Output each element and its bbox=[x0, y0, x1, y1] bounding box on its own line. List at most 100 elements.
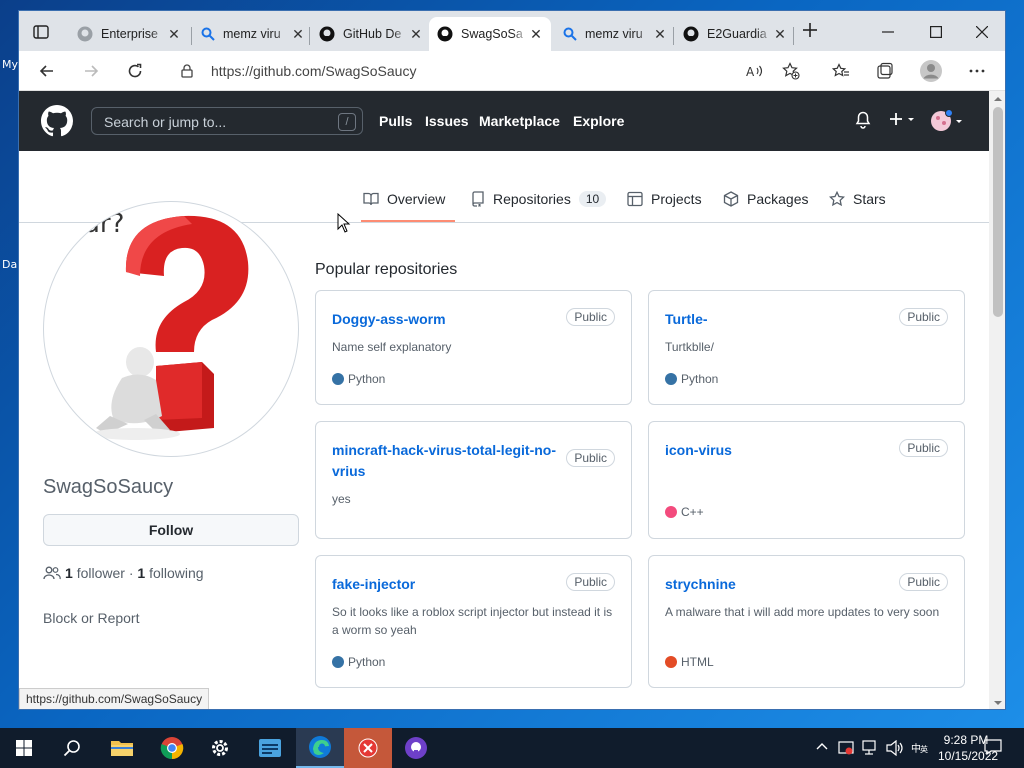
notifications-bell-icon[interactable] bbox=[855, 111, 871, 134]
taskbar-github-desktop[interactable] bbox=[392, 728, 440, 768]
close-icon bbox=[976, 26, 988, 38]
collections-button[interactable] bbox=[871, 59, 899, 83]
minimize-button[interactable] bbox=[865, 17, 911, 47]
settings-menu-button[interactable] bbox=[963, 59, 991, 83]
scroll-down-icon[interactable] bbox=[989, 697, 1006, 709]
close-icon[interactable]: ✕ bbox=[529, 26, 543, 43]
read-aloud-icon: A bbox=[746, 65, 763, 78]
taskbar-app[interactable] bbox=[246, 728, 294, 768]
language-color-dot bbox=[665, 373, 677, 385]
repo-description: yes bbox=[332, 492, 351, 506]
github-logo-icon[interactable] bbox=[41, 105, 73, 142]
tab-enterprise[interactable]: Enterprise ✕ bbox=[69, 17, 189, 51]
table-icon bbox=[627, 191, 643, 207]
create-new-dropdown[interactable] bbox=[889, 111, 917, 132]
tab-memz-virus-2[interactable]: memz viru ✕ bbox=[555, 17, 675, 51]
back-button[interactable] bbox=[33, 59, 61, 83]
repo-language: HTML bbox=[665, 655, 714, 669]
followers-summary: 1 follower · 1 following bbox=[43, 565, 204, 581]
repo-name-link[interactable]: icon-virus bbox=[665, 440, 895, 461]
tab-packages[interactable]: Packages bbox=[723, 191, 808, 207]
close-icon[interactable]: ✕ bbox=[167, 26, 181, 43]
search-input[interactable]: Search or jump to... / bbox=[91, 107, 363, 135]
start-button[interactable] bbox=[0, 728, 48, 768]
repo-name-link[interactable]: mincraft-hack-virus-total-legit-no-vrius bbox=[332, 440, 562, 482]
nav-pulls[interactable]: Pulls bbox=[379, 113, 412, 129]
tab-divider bbox=[673, 27, 674, 45]
tray-expand-icon[interactable] bbox=[816, 740, 828, 754]
block-report-link[interactable]: Block or Report bbox=[43, 610, 139, 626]
tray-language-icon[interactable]: 中英 bbox=[910, 740, 930, 759]
language-name: Python bbox=[348, 655, 386, 669]
tab-projects[interactable]: Projects bbox=[627, 191, 702, 207]
repo-name-link[interactable]: fake-injector bbox=[332, 574, 562, 595]
nav-explore[interactable]: Explore bbox=[573, 113, 624, 129]
arrow-right-icon bbox=[85, 65, 99, 77]
tab-divider bbox=[793, 27, 794, 45]
new-tab-button[interactable] bbox=[799, 21, 821, 43]
tray-volume-icon[interactable] bbox=[886, 739, 904, 759]
avatar[interactable]: ar? bbox=[43, 201, 299, 457]
plus-icon bbox=[803, 23, 817, 37]
close-icon[interactable]: ✕ bbox=[409, 26, 423, 43]
taskbar-settings[interactable] bbox=[196, 728, 244, 768]
repo-name-link[interactable]: strychnine bbox=[665, 574, 895, 595]
followers-link[interactable]: 1 follower bbox=[65, 565, 125, 581]
tab-repositories[interactable]: Repositories 10 bbox=[471, 191, 607, 207]
search-icon bbox=[63, 740, 80, 757]
repo-description: A malware that i will add more updates t… bbox=[665, 605, 940, 619]
nav-marketplace[interactable]: Marketplace bbox=[479, 113, 560, 129]
page-scrollbar[interactable] bbox=[989, 91, 1006, 709]
close-icon[interactable]: ✕ bbox=[653, 26, 667, 43]
user-menu-dropdown[interactable] bbox=[931, 109, 967, 138]
desktop-icon-label[interactable]: Da bbox=[2, 258, 17, 271]
close-window-button[interactable] bbox=[959, 17, 1005, 47]
tab-memz-virus[interactable]: memz viru ✕ bbox=[193, 17, 313, 51]
tray-security-icon[interactable] bbox=[838, 740, 854, 759]
tab-e2guardian[interactable]: E2Guardia ✕ bbox=[675, 17, 795, 51]
avatar-caption: ar? bbox=[84, 209, 124, 239]
follow-button[interactable]: Follow bbox=[43, 514, 299, 546]
language-color-dot bbox=[665, 656, 677, 668]
desktop-icon-label[interactable]: My bbox=[2, 58, 18, 71]
tab-strip: Enterprise ✕ memz viru ✕ GitHub De ✕ Swa… bbox=[19, 11, 1005, 51]
add-favorite-button[interactable] bbox=[777, 59, 805, 83]
notifications-icon[interactable] bbox=[984, 739, 1002, 758]
taskbar-error-app[interactable] bbox=[344, 728, 392, 768]
taskbar-chrome[interactable] bbox=[148, 728, 196, 768]
taskbar: 中英 9:28 PM 10/15/2022 bbox=[0, 728, 1024, 768]
tab-divider bbox=[191, 27, 192, 45]
tab-github-desktop[interactable]: GitHub De ✕ bbox=[311, 17, 431, 51]
favorites-button[interactable] bbox=[827, 59, 855, 83]
close-icon[interactable]: ✕ bbox=[773, 26, 787, 43]
site-info-button[interactable] bbox=[173, 59, 201, 83]
close-icon[interactable]: ✕ bbox=[291, 26, 305, 43]
following-link[interactable]: 1 following bbox=[137, 565, 203, 581]
repo-card: Doggy-ass-worm Public Name self explanat… bbox=[315, 290, 632, 405]
forward-button[interactable] bbox=[77, 59, 105, 83]
followers-label: follower bbox=[76, 565, 125, 581]
tab-swagsosaucy[interactable]: SwagSoSa ✕ bbox=[429, 17, 551, 51]
visibility-badge: Public bbox=[566, 449, 615, 467]
tab-overview[interactable]: Overview bbox=[363, 191, 445, 207]
github-icon bbox=[319, 26, 335, 42]
read-aloud-button[interactable]: A bbox=[741, 59, 769, 83]
address-bar[interactable]: https://github.com/SwagSoSaucy bbox=[211, 63, 416, 79]
nav-issues[interactable]: Issues bbox=[425, 113, 469, 129]
scroll-up-icon[interactable] bbox=[989, 93, 1006, 105]
repo-name-link[interactable]: Turtle- bbox=[665, 309, 895, 330]
profile-button[interactable] bbox=[917, 59, 945, 83]
svg-text:英: 英 bbox=[920, 744, 928, 754]
scrollbar-thumb[interactable] bbox=[993, 107, 1003, 317]
taskbar-search-button[interactable] bbox=[48, 728, 96, 768]
refresh-button[interactable] bbox=[121, 59, 149, 83]
repo-description: So it looks like a roblox script injecto… bbox=[332, 605, 613, 637]
repo-name-link[interactable]: Doggy-ass-worm bbox=[332, 309, 562, 330]
tab-actions-icon[interactable] bbox=[29, 21, 53, 43]
taskbar-edge[interactable] bbox=[296, 728, 344, 768]
tab-title: Enterprise bbox=[101, 27, 158, 41]
tray-network-icon[interactable] bbox=[862, 740, 880, 759]
tab-stars[interactable]: Stars bbox=[829, 191, 886, 207]
taskbar-file-explorer[interactable] bbox=[98, 728, 146, 768]
maximize-button[interactable] bbox=[913, 17, 959, 47]
